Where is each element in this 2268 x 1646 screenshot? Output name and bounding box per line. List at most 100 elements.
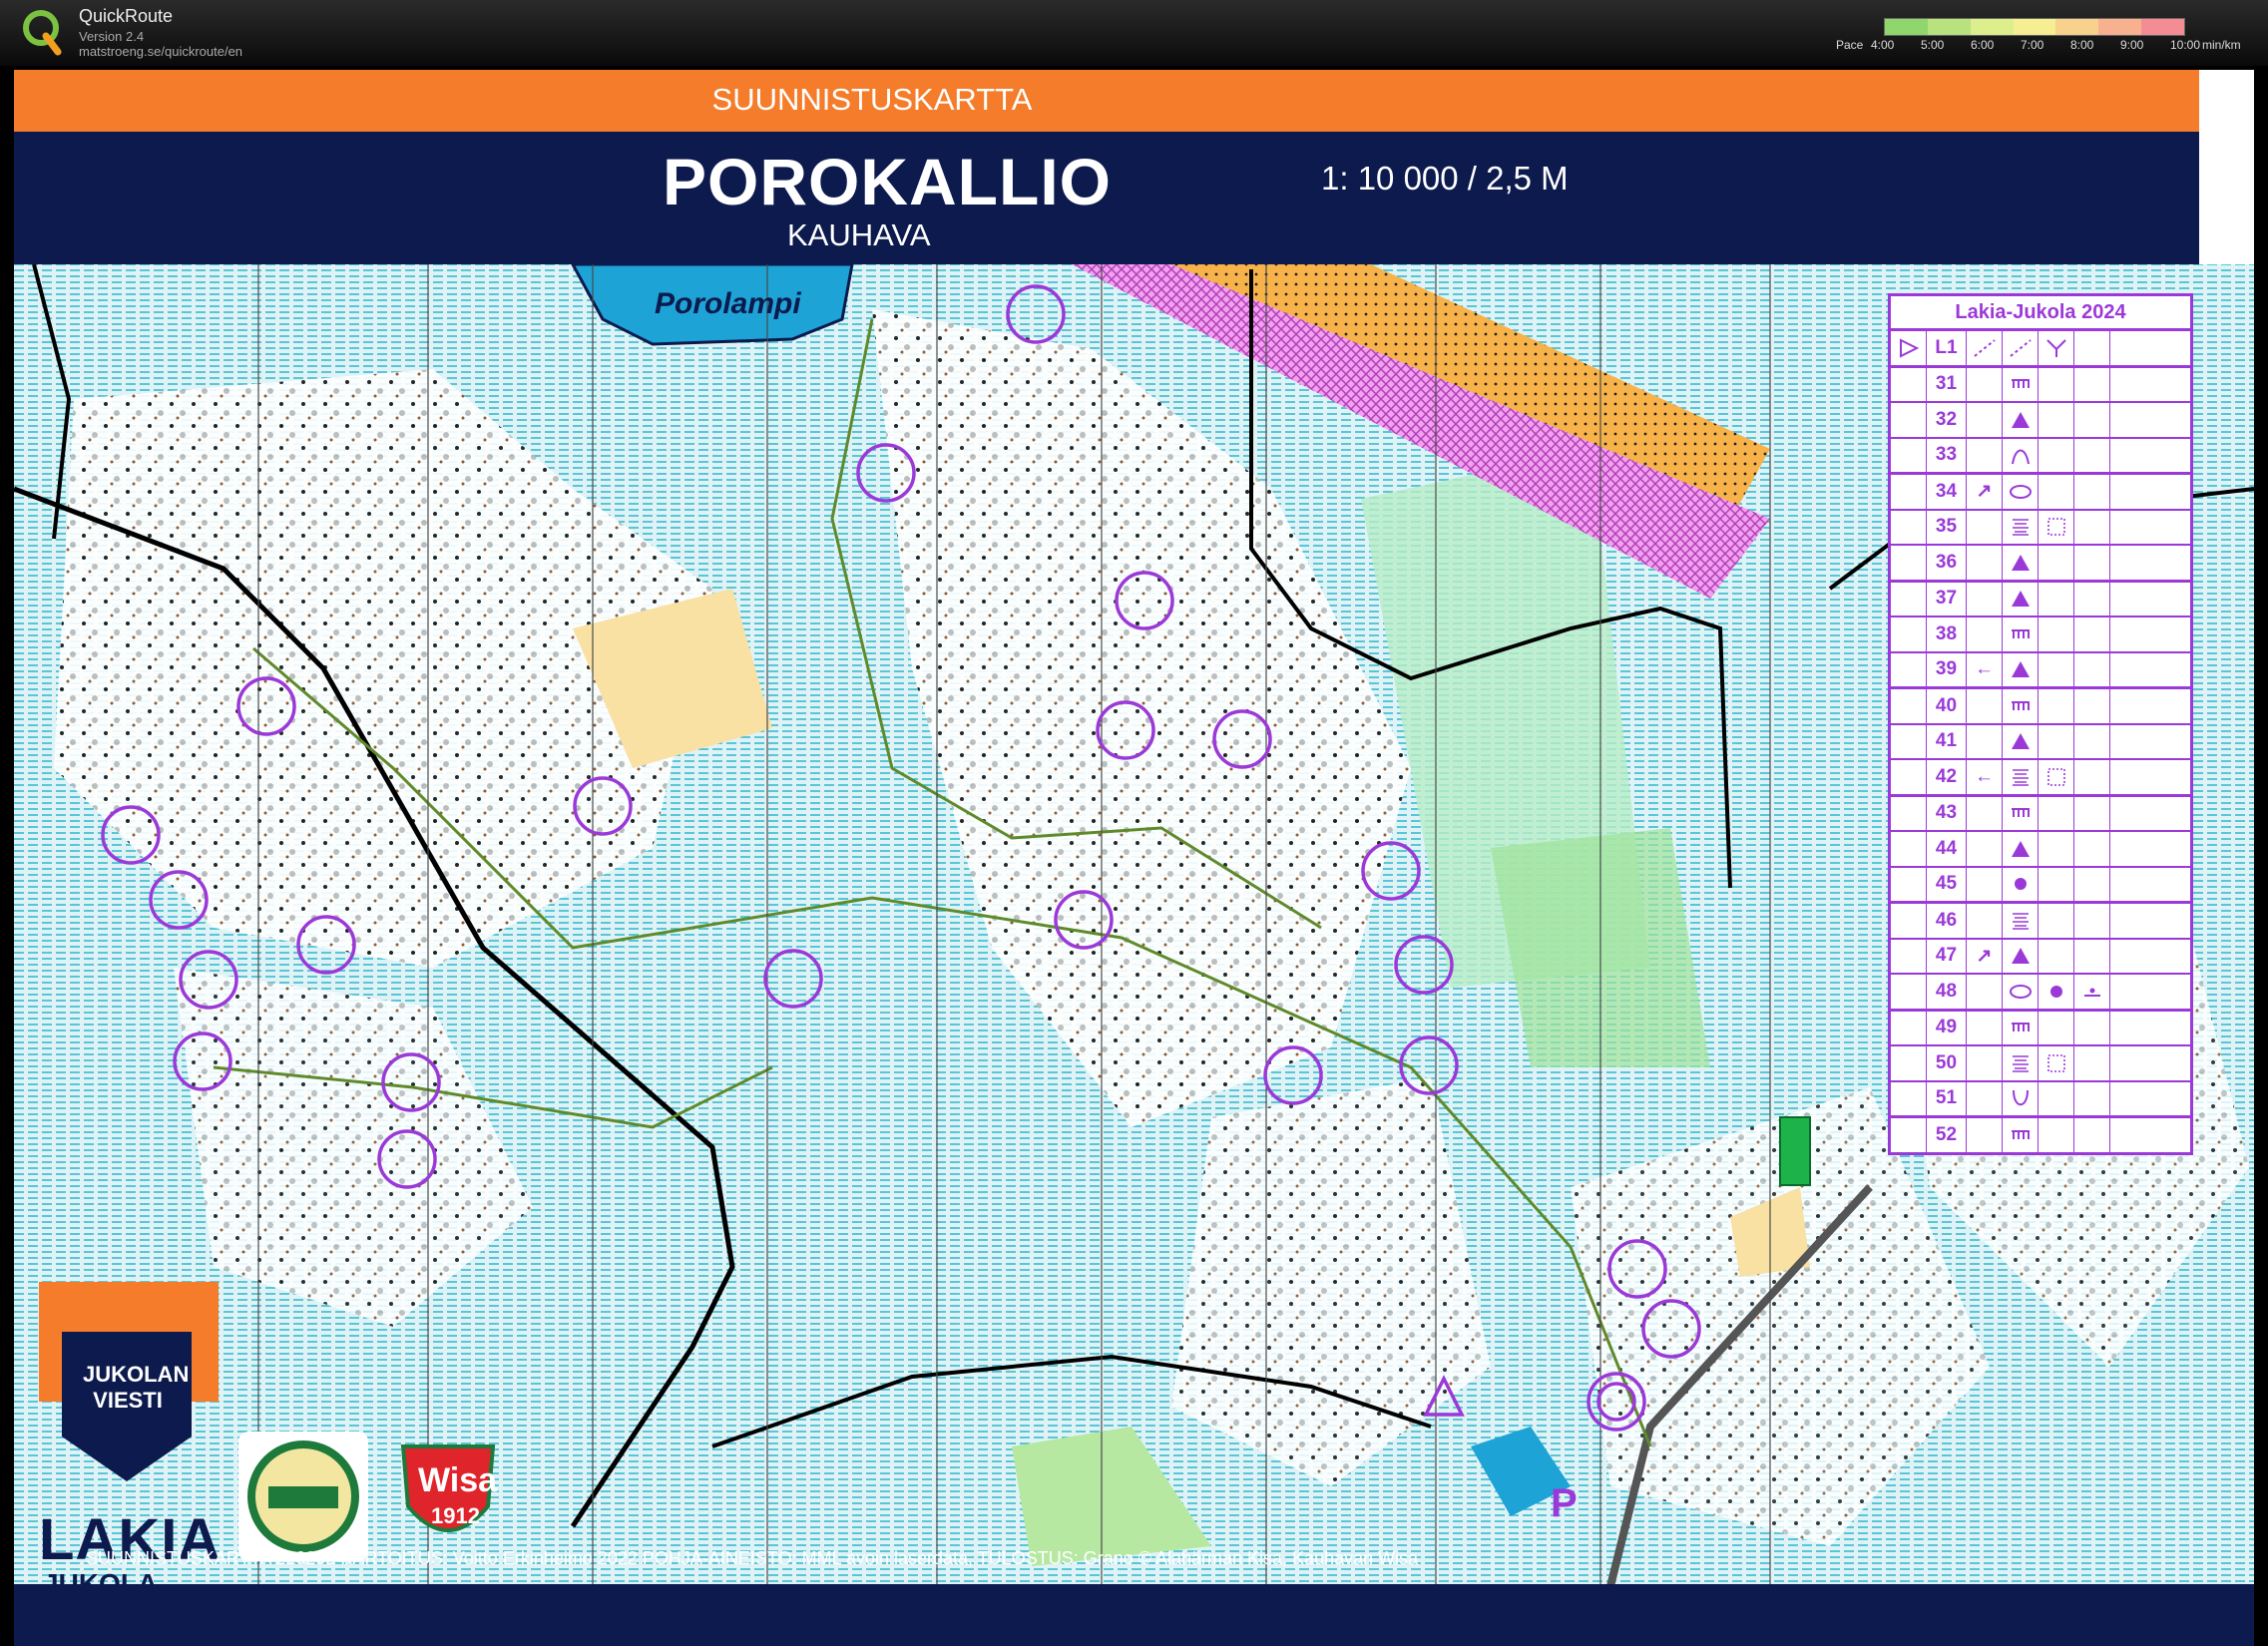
triangle-icon [2003, 832, 2039, 866]
app-name: QuickRoute [79, 6, 174, 26]
orienteering-map[interactable]: P SUUNNISTUSKARTTA POROKALLIO KAUHAVA 1:… [14, 70, 2254, 1646]
control-description-row: 52 [1891, 1118, 2190, 1152]
ellipse-icon [2003, 975, 2039, 1009]
control-description-row: 42 ← [1891, 760, 2190, 797]
control-description-row: 51 [1891, 1081, 2190, 1118]
control-description-title: Lakia-Jukola 2024 [1891, 296, 2190, 331]
control-number: 51 [1927, 1081, 1967, 1115]
control-number: 47 [1927, 939, 1967, 973]
lake-label: Porolampi [655, 287, 801, 320]
control-description-header-row: L1 [1891, 331, 2190, 368]
control-description-row: 38 [1891, 617, 2190, 653]
wisa-club-year: 1912 [431, 1503, 480, 1528]
control-description-row: 36 [1891, 546, 2190, 583]
empty-cell [1967, 832, 2003, 866]
empty-cell [2074, 1081, 2110, 1115]
pace-label: Pace [1836, 38, 1864, 52]
between-icon [2074, 975, 2110, 1009]
pace-color-scale [1884, 18, 2185, 36]
empty-cell [1967, 582, 2003, 616]
control-description-row: 45 [1891, 867, 2190, 904]
control-description-row: 33 [1891, 438, 2190, 475]
empty-cell [2110, 403, 2158, 437]
pace-tick-label: 10:00 [2170, 38, 2201, 52]
empty-cell [2074, 867, 2110, 901]
empty-cell [1891, 724, 1927, 758]
app-title-bar: QuickRoute Version 2.4 matstroeng.se/qui… [0, 0, 2268, 66]
empty-cell [1891, 939, 1927, 973]
empty-cell [2074, 1011, 2110, 1044]
pace-color-swatch [2141, 19, 2185, 35]
control-number: 31 [1927, 367, 1967, 401]
empty-cell [2039, 546, 2074, 580]
control-number: 36 [1927, 546, 1967, 580]
lines-icon [2003, 510, 2039, 544]
control-number: 39 [1927, 652, 1967, 686]
empty-cell [1891, 1118, 1927, 1152]
pace-tick-label: 6:00 [1971, 38, 1995, 52]
empty-cell [2074, 1118, 2110, 1152]
pace-tick-label: 7:00 [2021, 38, 2044, 52]
empty-cell [2110, 653, 2158, 687]
triangle-icon [2003, 546, 2039, 580]
empty-cell [1967, 367, 2003, 401]
control-number: 34 [1927, 475, 1967, 509]
empty-cell [1891, 904, 1927, 938]
control-number: 48 [1927, 975, 1967, 1009]
empty-cell [2110, 583, 2158, 617]
app-url[interactable]: matstroeng.se/quickroute/en [79, 44, 242, 59]
empty-cell [1891, 1046, 1927, 1080]
control-description-row: 50 [1891, 1046, 2190, 1082]
empty-cell [2074, 331, 2110, 365]
empty-cell [1967, 403, 2003, 437]
comb-icon [2003, 1118, 2039, 1152]
empty-cell [1967, 1118, 2003, 1152]
pace-color-swatch [1927, 19, 1971, 35]
triangle-icon [2003, 582, 2039, 616]
empty-cell [2039, 475, 2074, 509]
empty-cell [1967, 1046, 2003, 1080]
empty-cell [2039, 582, 2074, 616]
northeast-arrow-icon: ↗ [1967, 475, 2003, 509]
empty-cell [2110, 725, 2158, 759]
empty-cell [1891, 832, 1927, 866]
empty-cell [2074, 832, 2110, 866]
empty-cell [2039, 1011, 2074, 1044]
pace-color-swatch [1970, 19, 2014, 35]
control-description-row: 35 [1891, 510, 2190, 546]
map-header-subtitle: SUUNNISTUSKARTTA [711, 82, 1033, 117]
dotted-square-icon [2039, 1046, 2074, 1080]
control-description-row: 41 [1891, 724, 2190, 760]
empty-cell [1891, 796, 1927, 830]
linear-feature-2-icon [2003, 331, 2039, 365]
empty-cell [1891, 689, 1927, 723]
empty-cell [2074, 475, 2110, 509]
svg-text:P: P [1551, 1481, 1578, 1525]
pace-color-swatch [2098, 19, 2142, 35]
map-footer [14, 1584, 2254, 1646]
map-title: POROKALLIO [663, 145, 1112, 218]
control-number: 43 [1927, 796, 1967, 830]
control-description-row: 37 [1891, 582, 2190, 617]
comb-icon [2003, 367, 2039, 401]
empty-cell [2110, 546, 2158, 580]
junction-icon [2039, 331, 2074, 365]
empty-cell [2074, 689, 2110, 723]
control-number: 45 [1927, 867, 1967, 901]
control-description-row: 49 [1891, 1011, 2190, 1046]
control-number: 50 [1927, 1046, 1967, 1080]
empty-cell [2110, 475, 2158, 509]
empty-cell [2110, 617, 2158, 651]
control-number: 46 [1927, 904, 1967, 938]
empty-cell [1967, 867, 2003, 901]
empty-cell [2110, 904, 2158, 938]
map-scale: 1: 10 000 / 2,5 M [1321, 160, 1569, 197]
control-number: 44 [1927, 832, 1967, 866]
empty-cell [2074, 546, 2110, 580]
empty-cell [2110, 1082, 2158, 1116]
empty-cell [1967, 617, 2003, 651]
empty-cell [2074, 403, 2110, 437]
empty-cell [2074, 1046, 2110, 1080]
start-triangle-icon [1891, 331, 1927, 365]
empty-cell [2039, 724, 2074, 758]
